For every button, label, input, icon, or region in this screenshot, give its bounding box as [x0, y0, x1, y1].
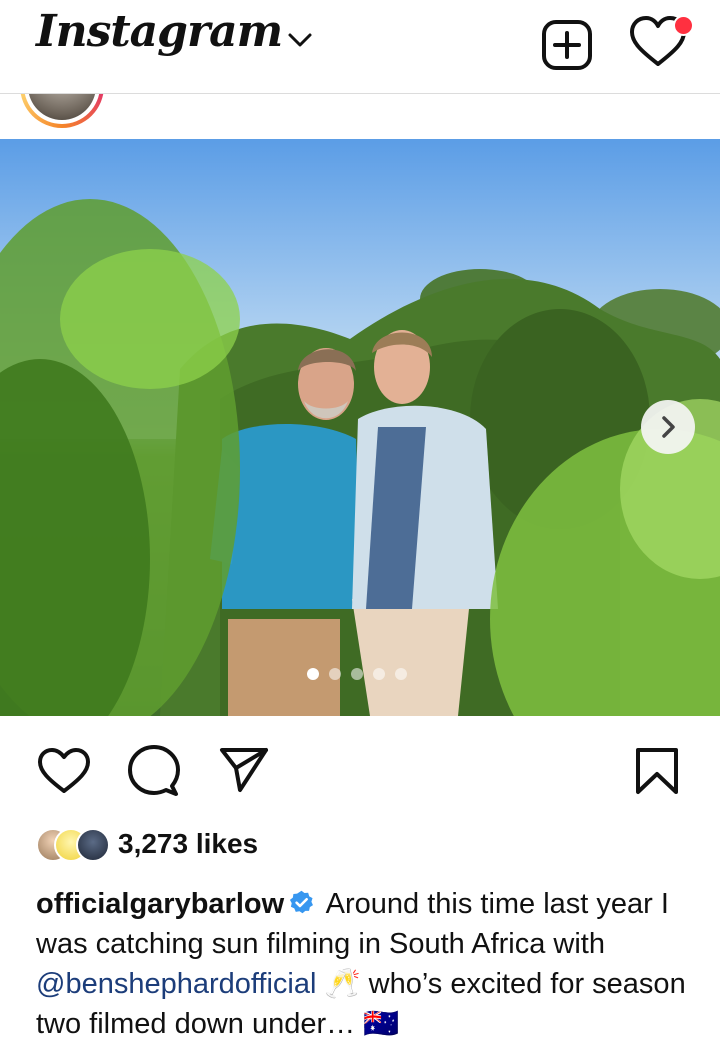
- carousel-dot: [329, 668, 341, 680]
- instagram-logo[interactable]: Instagram: [36, 6, 283, 57]
- share-icon[interactable]: [218, 746, 270, 794]
- carousel-dot: [307, 668, 319, 680]
- new-post-icon[interactable]: [540, 18, 594, 72]
- carousel-dot: [351, 668, 363, 680]
- avatar: [28, 94, 96, 120]
- notification-dot: [673, 15, 694, 36]
- caption-username[interactable]: officialgarybarlow: [36, 888, 284, 920]
- carousel-dot: [373, 668, 385, 680]
- story-ring[interactable]: [20, 94, 104, 128]
- top-bar: Instagram: [0, 0, 720, 94]
- carousel-next-button[interactable]: [641, 400, 695, 454]
- post-caption: officialgarybarlow Around this time last…: [36, 884, 696, 1044]
- liker-avatar: [76, 828, 110, 862]
- caption-mention-link[interactable]: @benshephardofficial: [36, 968, 316, 1000]
- save-bookmark-icon[interactable]: [634, 746, 680, 796]
- photo-illustration: [0, 139, 720, 716]
- chevron-right-icon: [662, 416, 675, 438]
- likes-count[interactable]: 3,273 likes: [118, 828, 258, 860]
- verified-badge-icon: [290, 890, 314, 914]
- post-actions: [0, 716, 720, 826]
- post-image[interactable]: [0, 139, 720, 716]
- chevron-down-icon[interactable]: [286, 28, 314, 52]
- comment-icon[interactable]: [126, 744, 182, 798]
- carousel-dot: [395, 668, 407, 680]
- stories-strip: [0, 94, 720, 139]
- like-icon[interactable]: [36, 746, 92, 796]
